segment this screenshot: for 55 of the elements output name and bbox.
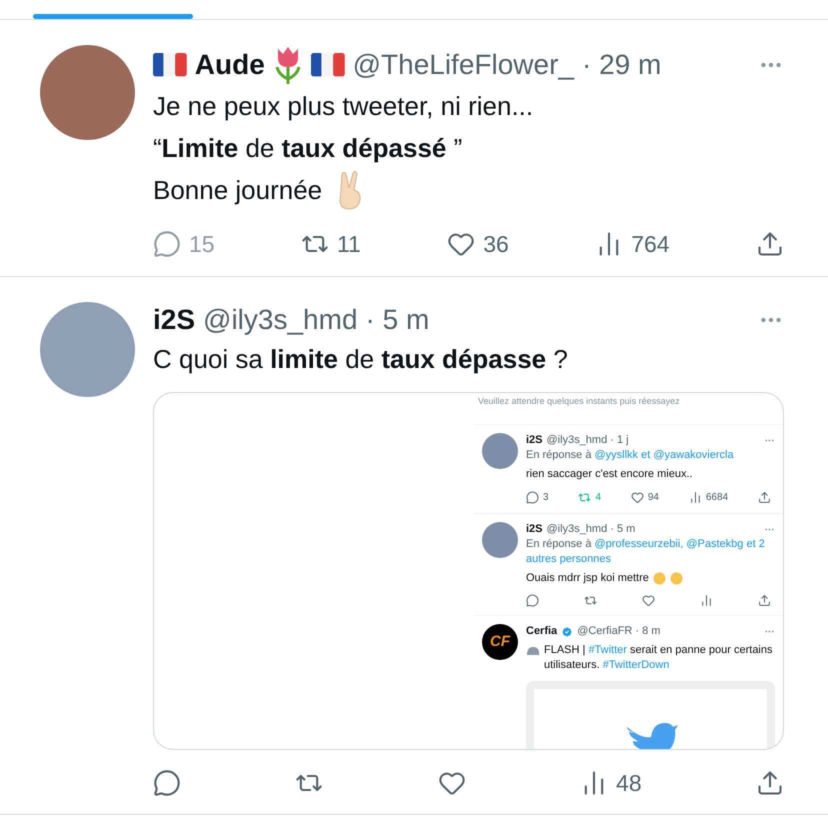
reply-icon[interactable] — [526, 594, 539, 607]
heart-icon[interactable] — [642, 594, 655, 607]
action-count: 764 — [631, 230, 670, 259]
reply-icon[interactable] — [526, 491, 539, 504]
avatar-photo — [482, 522, 518, 558]
bar-chart-icon[interactable] — [700, 594, 713, 607]
user-handle: @TheLifeFlower_ — [352, 48, 574, 82]
tweet-text: rien saccager c'est encore mieux.. — [526, 467, 693, 482]
user-name: i2S — [526, 433, 543, 448]
action-count: 4 — [595, 491, 601, 505]
hashtag-link[interactable]: #TwitterDown — [602, 659, 670, 671]
action-count: 36 — [483, 230, 509, 259]
tweet-text: Ouais mdrr jsp koi mettre — [526, 571, 649, 586]
flag-icon — [310, 53, 345, 77]
user-handle: @ily3s_hmd — [203, 302, 358, 337]
share-icon[interactable] — [756, 230, 784, 258]
helmet-icon — [526, 646, 540, 656]
user-name: Cerfia — [526, 624, 558, 639]
action-count: 3 — [543, 491, 549, 505]
reply-context: En réponse à @professeurzebii, @Pastekbg et 2 autres personnes — [526, 537, 766, 567]
reply-context: En réponse à @yysllkk et @yawakoviercla — [526, 448, 735, 463]
action-count: 48 — [616, 768, 642, 798]
user-name: i2S — [526, 522, 543, 537]
share-icon[interactable] — [756, 768, 784, 797]
verified-icon — [561, 626, 574, 638]
tweet-text: “Limite de taux dépassé ” — [153, 132, 462, 165]
tweet-text: Je ne peux plus tweeter, ni rien... — [153, 90, 534, 123]
tweet-text: C quoi sa limite de taux dépasse ? — [153, 342, 568, 376]
hashtag-link[interactable]: #Twitter — [588, 644, 627, 656]
avatar-photo — [482, 433, 518, 469]
heart-icon[interactable] — [630, 491, 644, 504]
tweet-text: FLASH | #Twitter serait en panne pour certains utilisateurs. #TwitterDown — [544, 643, 774, 673]
tweet-time: · 5 m — [366, 302, 430, 336]
share-icon[interactable] — [758, 491, 771, 504]
user-name: i2S — [153, 302, 196, 336]
reply-icon[interactable] — [153, 768, 181, 797]
notice-text: Veuillez attendre quelques instants puis réessayez — [477, 394, 681, 408]
retweet-icon[interactable] — [584, 594, 597, 607]
action-count: 6684 — [706, 491, 728, 505]
tweet-time: · 29 m — [582, 48, 662, 82]
face-emoji-icon — [670, 572, 683, 585]
flag-icon — [153, 53, 187, 77]
tweet-text: Bonne journée — [153, 174, 322, 207]
action-count: 11 — [336, 230, 361, 259]
user-name: Aude — [194, 48, 265, 82]
user-handle: @CerfiaFR · 8 m — [577, 624, 660, 639]
face-emoji-icon — [652, 572, 666, 585]
logo-text: CF — [490, 632, 510, 652]
action-count: 15 — [189, 230, 215, 259]
user-handle: @ily3s_hmd · 1 j — [546, 433, 629, 448]
action-count: 94 — [648, 491, 659, 505]
tulip-icon — [272, 45, 303, 85]
bar-chart-icon[interactable] — [688, 491, 702, 504]
share-icon[interactable] — [758, 594, 771, 607]
user-handle: @ily3s_hmd · 5 m — [546, 522, 636, 537]
